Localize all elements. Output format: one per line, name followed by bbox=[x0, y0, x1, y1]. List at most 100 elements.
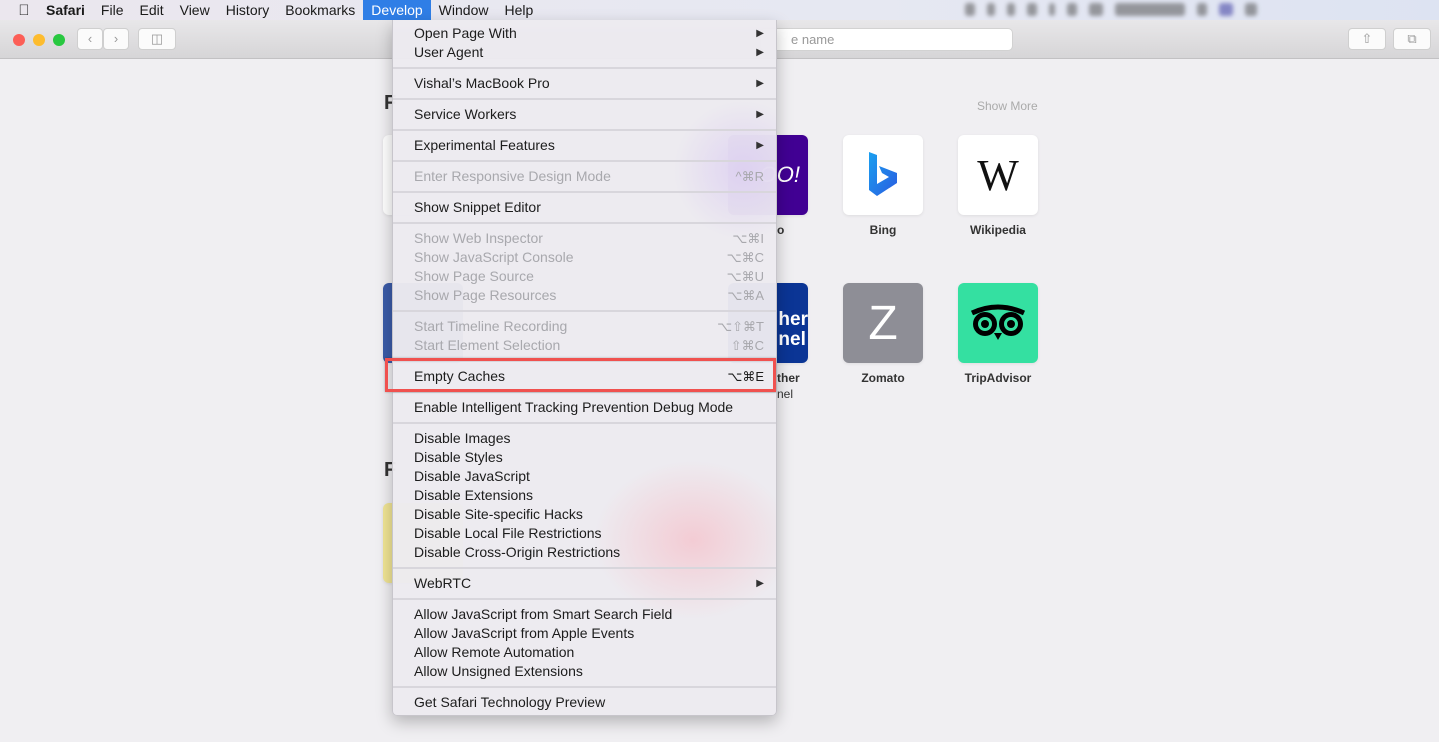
favorite-tile-zomato[interactable]: Z bbox=[843, 283, 923, 363]
wikipedia-logo: W bbox=[977, 150, 1019, 200]
favorite-tile-tripadvisor[interactable] bbox=[958, 283, 1038, 363]
menu-item-disable-extensions[interactable]: Disable Extensions bbox=[393, 486, 776, 505]
menu-item-show-snippet-editor[interactable]: Show Snippet Editor bbox=[393, 198, 776, 217]
submenu-arrow-icon: ▶ bbox=[756, 78, 764, 89]
menu-item-label: Show Page Source bbox=[414, 268, 534, 284]
menu-item-user-agent[interactable]: User Agent ▶ bbox=[393, 43, 776, 62]
menu-separator bbox=[393, 305, 776, 317]
menu-view[interactable]: View bbox=[172, 0, 218, 20]
menu-item-label: Disable JavaScript bbox=[414, 468, 530, 484]
minimize-window-button[interactable] bbox=[33, 34, 45, 46]
menu-item-label: Enable Intelligent Tracking Prevention D… bbox=[414, 399, 734, 415]
shortcut-label: ⇧⌘C bbox=[730, 338, 764, 353]
address-placeholder: e name bbox=[791, 32, 835, 47]
menu-separator bbox=[393, 62, 776, 74]
menu-item-label: Allow JavaScript from Smart Search Field bbox=[414, 606, 673, 622]
menu-item-label: Start Element Selection bbox=[414, 337, 561, 353]
menu-item-label: WebRTC bbox=[414, 575, 472, 591]
menu-separator bbox=[393, 217, 776, 229]
menu-item-show-page-source: Show Page Source ⌥⌘U bbox=[393, 267, 776, 286]
menu-item-label: Show JavaScript Console bbox=[414, 249, 574, 265]
menu-item-disable-styles[interactable]: Disable Styles bbox=[393, 448, 776, 467]
tile-label: Zomato bbox=[861, 371, 905, 385]
menu-item-vishal-s-macbook-pro[interactable]: Vishal’s MacBook Pro ▶ bbox=[393, 74, 776, 93]
show-more-link[interactable]: Show More bbox=[977, 99, 1038, 113]
menu-item-label: Disable Images bbox=[414, 430, 511, 446]
menu-item-label: Disable Extensions bbox=[414, 487, 534, 503]
shortcut-label: ^⌘R bbox=[735, 169, 765, 184]
menu-item-label: Allow JavaScript from Apple Events bbox=[414, 625, 635, 641]
address-field[interactable]: e name bbox=[760, 28, 1013, 51]
menu-window[interactable]: Window bbox=[431, 0, 497, 20]
shortcut-label: ⌥⌘A bbox=[727, 288, 764, 303]
menu-item-allow-javascript-from-apple-events[interactable]: Allow JavaScript from Apple Events bbox=[393, 624, 776, 643]
menu-item-show-javascript-console: Show JavaScript Console ⌥⌘C bbox=[393, 248, 776, 267]
shortcut-label: ⌥⇧⌘T bbox=[717, 319, 764, 334]
menu-help[interactable]: Help bbox=[496, 0, 541, 20]
menu-item-disable-javascript[interactable]: Disable JavaScript bbox=[393, 467, 776, 486]
zoom-window-button[interactable] bbox=[53, 34, 65, 46]
menu-item-allow-unsigned-extensions[interactable]: Allow Unsigned Extensions bbox=[393, 662, 776, 681]
menu-separator bbox=[393, 562, 776, 574]
menu-item-label: Service Workers bbox=[414, 106, 517, 122]
tabs-overview-icon[interactable]: ⧉ bbox=[1393, 28, 1431, 50]
menu-item-enter-responsive-design-mode: Enter Responsive Design Mode ^⌘R bbox=[393, 167, 776, 186]
menu-separator bbox=[393, 124, 776, 136]
tile-label: o bbox=[777, 223, 785, 237]
menu-item-start-timeline-recording: Start Timeline Recording ⌥⇧⌘T bbox=[393, 317, 776, 336]
zomato-logo: Z bbox=[868, 296, 898, 350]
close-window-button[interactable] bbox=[13, 34, 25, 46]
menu-item-allow-remote-automation[interactable]: Allow Remote Automation bbox=[393, 643, 776, 662]
shortcut-label: ⌥⌘U bbox=[726, 269, 764, 284]
menu-item-label: Allow Unsigned Extensions bbox=[414, 663, 583, 679]
menu-edit[interactable]: Edit bbox=[131, 0, 171, 20]
sidebar-icon[interactable]: ◫ bbox=[138, 28, 176, 50]
submenu-arrow-icon: ▶ bbox=[756, 140, 764, 151]
tile-label: TripAdvisor bbox=[964, 371, 1032, 385]
menu-item-allow-javascript-from-smart-search-field[interactable]: Allow JavaScript from Smart Search Field bbox=[393, 605, 776, 624]
favorite-tile-bing[interactable] bbox=[843, 135, 923, 215]
menu-item-label: Start Timeline Recording bbox=[414, 318, 568, 334]
menu-item-label: Open Page With bbox=[414, 25, 517, 41]
favorite-tile-wikipedia[interactable]: W bbox=[958, 135, 1038, 215]
submenu-arrow-icon: ▶ bbox=[756, 47, 764, 58]
menu-item-disable-cross-origin-restrictions[interactable]: Disable Cross-Origin Restrictions bbox=[393, 543, 776, 562]
menu-item-disable-site-specific-hacks[interactable]: Disable Site-specific Hacks bbox=[393, 505, 776, 524]
tripadvisor-owl-icon bbox=[970, 304, 1026, 340]
menu-item-label: Allow Remote Automation bbox=[414, 644, 575, 660]
menu-history[interactable]: History bbox=[218, 0, 278, 20]
menu-item-disable-local-file-restrictions[interactable]: Disable Local File Restrictions bbox=[393, 524, 776, 543]
menu-item-get-safari-technology-preview[interactable]: Get Safari Technology Preview bbox=[393, 693, 776, 712]
tile-label: Bing bbox=[869, 223, 897, 237]
menu-item-label: Disable Cross-Origin Restrictions bbox=[414, 544, 621, 560]
menu-item-label: User Agent bbox=[414, 44, 484, 60]
menu-item-label: Get Safari Technology Preview bbox=[414, 694, 606, 710]
share-icon[interactable]: ⇧ bbox=[1348, 28, 1386, 50]
menu-safari[interactable]: Safari bbox=[38, 0, 93, 20]
tile-label: ther bbox=[777, 371, 800, 385]
menu-item-label: Vishal’s MacBook Pro bbox=[414, 75, 550, 91]
menu-item-webrtc[interactable]: WebRTC ▶ bbox=[393, 574, 776, 593]
bing-logo-icon bbox=[869, 152, 897, 196]
menu-item-enable-intelligent-tracking-prevention-debug-mode[interactable]: Enable Intelligent Tracking Prevention D… bbox=[393, 398, 776, 417]
menu-file[interactable]: File bbox=[93, 0, 132, 20]
menu-separator bbox=[393, 186, 776, 198]
tile-label: Wikipedia bbox=[970, 223, 1026, 237]
menu-bookmarks[interactable]: Bookmarks bbox=[277, 0, 363, 20]
menu-item-open-page-with[interactable]: Open Page With ▶ bbox=[393, 24, 776, 43]
menu-bar:  Safari File Edit View History Bookmark… bbox=[0, 0, 1439, 20]
menu-item-label: Show Page Resources bbox=[414, 287, 557, 303]
menu-item-disable-images[interactable]: Disable Images bbox=[393, 429, 776, 448]
apple-logo-icon[interactable]:  bbox=[14, 2, 34, 19]
forward-icon[interactable]: › bbox=[103, 28, 129, 50]
menu-separator bbox=[393, 681, 776, 693]
status-icons-blurred bbox=[965, 3, 1257, 16]
menu-item-service-workers[interactable]: Service Workers ▶ bbox=[393, 105, 776, 124]
menu-item-show-page-resources: Show Page Resources ⌥⌘A bbox=[393, 286, 776, 305]
back-icon[interactable]: ‹ bbox=[77, 28, 103, 50]
menu-separator bbox=[393, 155, 776, 167]
menu-item-experimental-features[interactable]: Experimental Features ▶ bbox=[393, 136, 776, 155]
submenu-arrow-icon: ▶ bbox=[756, 28, 764, 39]
menu-develop[interactable]: Develop bbox=[363, 0, 431, 20]
menu-item-label: Disable Styles bbox=[414, 449, 503, 465]
